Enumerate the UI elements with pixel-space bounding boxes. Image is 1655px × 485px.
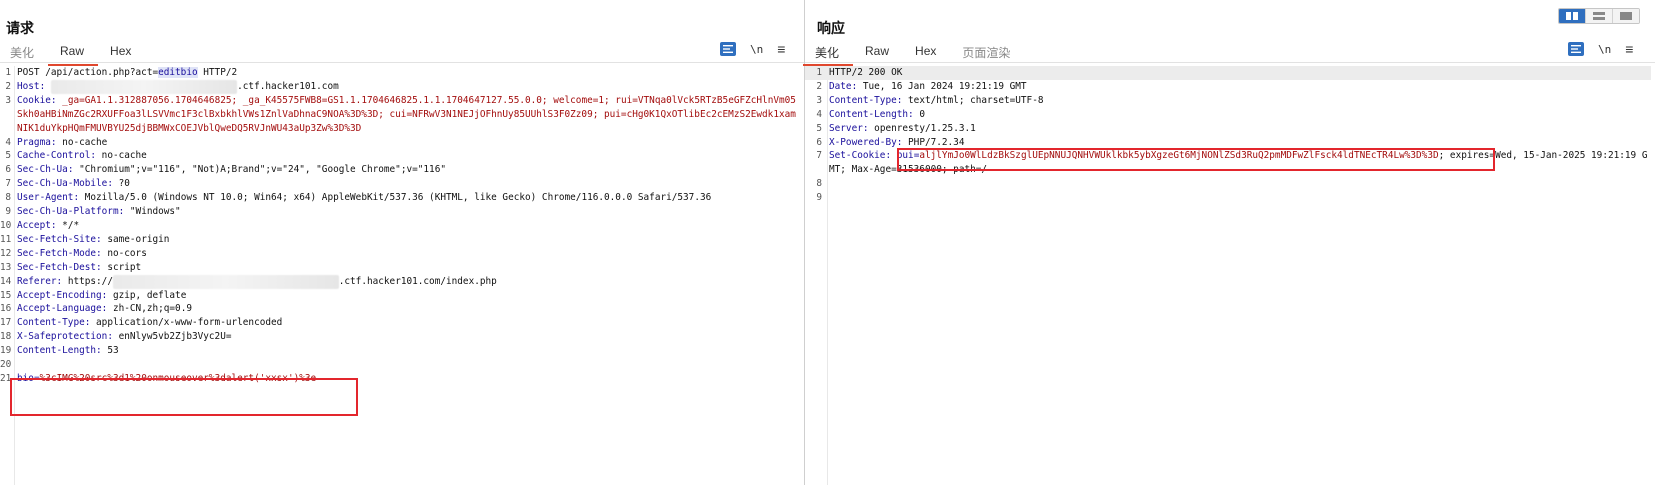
request-tab-pretty[interactable]: 美化: [10, 44, 47, 60]
response-tab-render[interactable]: 页面渲染: [962, 44, 1023, 60]
request-line: 5 Cache-Control: no-cache: [5, 150, 147, 162]
response-line: 9: [816, 192, 822, 204]
wrap-toggle-icon[interactable]: [720, 42, 736, 56]
request-line: 12 Sec-Fetch-Mode: no-cors: [0, 247, 147, 259]
request-line: 19 Content-Length: 53: [0, 345, 119, 357]
response-line: 1 HTTP/2 200 OK: [805, 66, 1651, 80]
response-line: 5 Server: openresty/1.25.3.1: [816, 122, 976, 134]
response-pane: 响应 美化 Raw Hex 页面渲染 \n ≡ 1 HTTP/2 200 OK 2…: [802, 0, 1655, 485]
request-title: 请求: [6, 20, 34, 36]
split-vertical-icon[interactable]: [1585, 9, 1612, 23]
response-line: 4 Content-Length: 0: [816, 108, 925, 120]
request-line: 8 User-Agent: Mozilla/5.0 (Windows NT 10.…: [5, 192, 712, 204]
request-line: 7 Sec-Ch-Ua-Mobile: ?0: [5, 178, 130, 190]
request-line: 13 Sec-Fetch-Dest: script: [0, 261, 142, 273]
request-tabs: 美化 Raw Hex: [10, 44, 157, 66]
act-param-value: editbio: [158, 67, 198, 78]
request-pane: 请求 美化 Raw Hex \n ≡ 1 POST /api/action.php…: [0, 0, 805, 485]
request-body-line: 21 bio=%3cIMG%20src%3d1%20onmouseover%3da…: [0, 372, 317, 384]
response-tab-hex[interactable]: Hex: [915, 44, 949, 60]
request-line: 18 X-Safeprotection: enNlyw5vb2Zjb3Vyc2U=: [0, 331, 232, 343]
layout-toggle: [1558, 8, 1640, 24]
request-line: 3 Cookie: _ga=GA1.1.312887056.1704646825;…: [5, 94, 796, 134]
request-line: 20: [0, 359, 12, 371]
cookie-value: _ga=GA1.1.312887056.1704646825; _ga_K455…: [17, 94, 796, 134]
request-line: 17 Content-Type: application/x-www-form-u…: [0, 317, 283, 329]
request-line: 14Referer: https://xxxxxxxxxxxxxxxxxxxxx…: [0, 274, 497, 289]
xss-payload: %3cIMG%20src%3d1%20onmouseover%3dalert('…: [39, 372, 317, 384]
request-tab-divider: [0, 62, 804, 63]
response-line: 7 Set-Cookie: pui=aljlYmJo0WlLdzBkSzglUEp…: [816, 150, 1648, 176]
response-tab-raw[interactable]: Raw: [865, 44, 902, 60]
response-line: 6 X-Powered-By: PHP/7.2.34: [816, 136, 965, 148]
request-line: 6 Sec-Ch-Ua: "Chromium";v="116", "Not)A;B…: [5, 164, 446, 176]
redacted-referer-host: xxxxxxxxxxxxxxxxxxxxxxxxxxxxxxxxxxxxxxxx: [112, 274, 339, 289]
request-line: 15 Accept-Encoding: gzip, deflate: [0, 289, 187, 301]
response-line: 3 Content-Type: text/html; charset=UTF-8: [816, 94, 1044, 106]
request-line: 9 Sec-Ch-Ua-Platform: "Windows": [5, 206, 181, 218]
newline-toggle[interactable]: \n: [1598, 43, 1611, 56]
newline-toggle[interactable]: \n: [750, 43, 763, 56]
set-cookie-pui-value: aljlYmJo0WlLdzBkSzglUEpNNUJQNHVWUklkbk5y…: [919, 150, 1439, 162]
response-editor[interactable]: 1 HTTP/2 200 OK 2 Date: Tue, 16 Jan 2024 1…: [805, 66, 1655, 485]
menu-icon[interactable]: ≡: [1625, 42, 1633, 56]
request-tab-hex[interactable]: Hex: [110, 44, 144, 60]
response-line: 8: [816, 178, 822, 190]
response-tab-pretty[interactable]: 美化: [802, 44, 854, 66]
response-toolbar: \n ≡: [1568, 42, 1633, 56]
request-line: 11 Sec-Fetch-Site: same-origin: [0, 233, 170, 245]
request-toolbar: \n ≡: [720, 42, 785, 56]
request-line: 2Host: xxxxxxxxxxxxxxxxxxxxxxxxxxxxxxxxx…: [5, 79, 339, 94]
response-tab-divider: [805, 62, 1655, 63]
request-line: 1 POST /api/action.php?act=editbio HTTP/2: [5, 67, 238, 78]
request-line: 4 Pragma: no-cache: [5, 136, 108, 148]
single-pane-icon[interactable]: [1612, 9, 1639, 23]
split-horizontal-icon[interactable]: [1559, 9, 1585, 23]
response-title: 响应: [817, 20, 845, 36]
wrap-toggle-icon[interactable]: [1568, 42, 1584, 56]
response-tabs: 美化 Raw Hex 页面渲染: [802, 44, 1036, 66]
request-tab-raw[interactable]: Raw: [48, 44, 99, 66]
response-line: 2 Date: Tue, 16 Jan 2024 19:21:19 GMT: [816, 80, 1027, 92]
request-line: 16 Accept-Language: zh-CN,zh;q=0.9: [0, 303, 192, 315]
request-line: 10 Accept: */*: [0, 219, 80, 231]
request-editor[interactable]: 1 POST /api/action.php?act=editbio HTTP/2…: [0, 66, 804, 485]
redacted-host: xxxxxxxxxxxxxxxxxxxxxxxxxxxxxxxxx: [50, 79, 238, 94]
menu-icon[interactable]: ≡: [777, 42, 785, 56]
